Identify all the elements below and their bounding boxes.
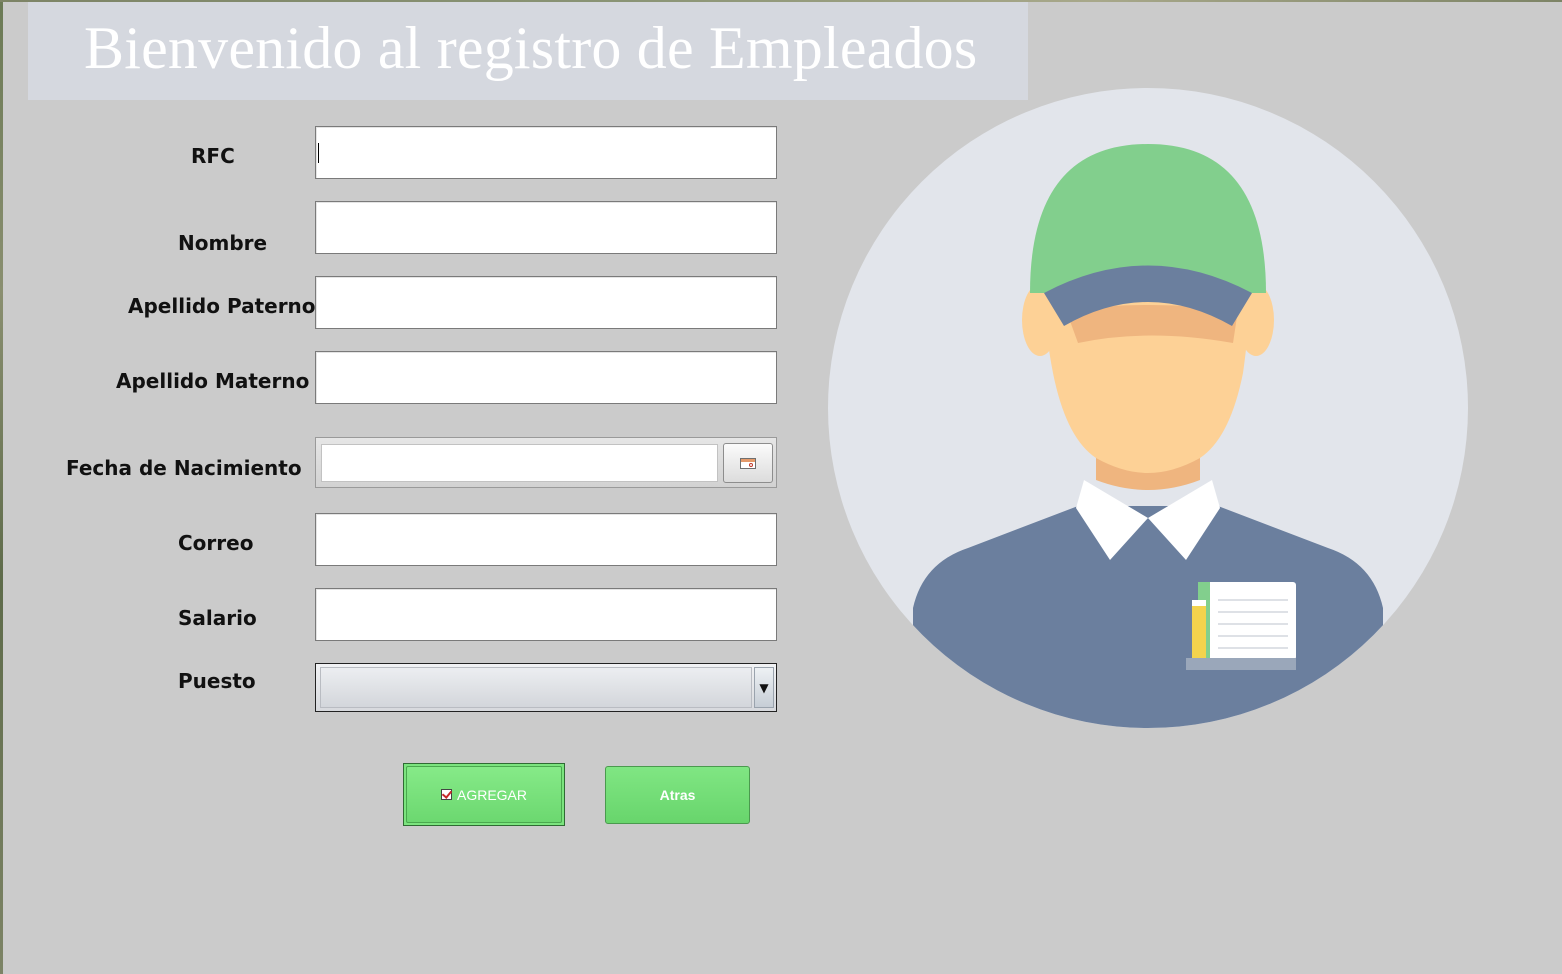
- agregar-label: AGREGAR: [456, 786, 527, 803]
- apellido-materno-input[interactable]: [315, 351, 777, 404]
- title-banner: Bienvenido al registro de Empleados: [28, 2, 1028, 100]
- fecha-nacimiento-label: Fecha de Nacimiento: [66, 456, 302, 480]
- salario-input[interactable]: [315, 588, 777, 641]
- pocket-edge-shape: [1186, 658, 1296, 670]
- agregar-button-face: AGREGAR: [406, 766, 562, 823]
- calendar-icon: [740, 458, 756, 469]
- apellido-paterno-input[interactable]: [315, 276, 777, 329]
- apellido-paterno-label: Apellido Paterno: [128, 294, 316, 318]
- pen-shape: [1192, 604, 1206, 660]
- agregar-button[interactable]: AGREGAR: [403, 763, 565, 826]
- puesto-label: Puesto: [178, 669, 256, 693]
- page-title: Bienvenido al registro de Empleados: [84, 15, 978, 81]
- correo-label: Correo: [178, 531, 254, 555]
- checkbox-icon: [440, 789, 452, 800]
- text-caret: [318, 143, 319, 163]
- dropdown-arrow-icon[interactable]: ▼: [754, 667, 774, 708]
- date-picker-button[interactable]: [723, 443, 773, 483]
- date-chooser: [315, 437, 777, 488]
- nombre-label: Nombre: [178, 231, 268, 255]
- salario-label: Salario: [178, 606, 257, 630]
- rfc-input[interactable]: [315, 126, 777, 179]
- window-edge-left: [0, 0, 3, 974]
- puesto-select[interactable]: ▼: [315, 663, 777, 712]
- atras-button[interactable]: Atras: [605, 766, 750, 824]
- atras-label: Atras: [659, 787, 696, 803]
- correo-input[interactable]: [315, 513, 777, 566]
- puesto-selected-value: [320, 667, 752, 708]
- pen-cap-shape: [1192, 600, 1206, 606]
- rfc-label: RFC: [191, 144, 235, 168]
- nombre-input[interactable]: [315, 201, 777, 254]
- apellido-materno-label: Apellido Materno: [116, 369, 310, 393]
- fecha-nacimiento-input[interactable]: [321, 444, 718, 482]
- employee-avatar-icon: [828, 88, 1468, 728]
